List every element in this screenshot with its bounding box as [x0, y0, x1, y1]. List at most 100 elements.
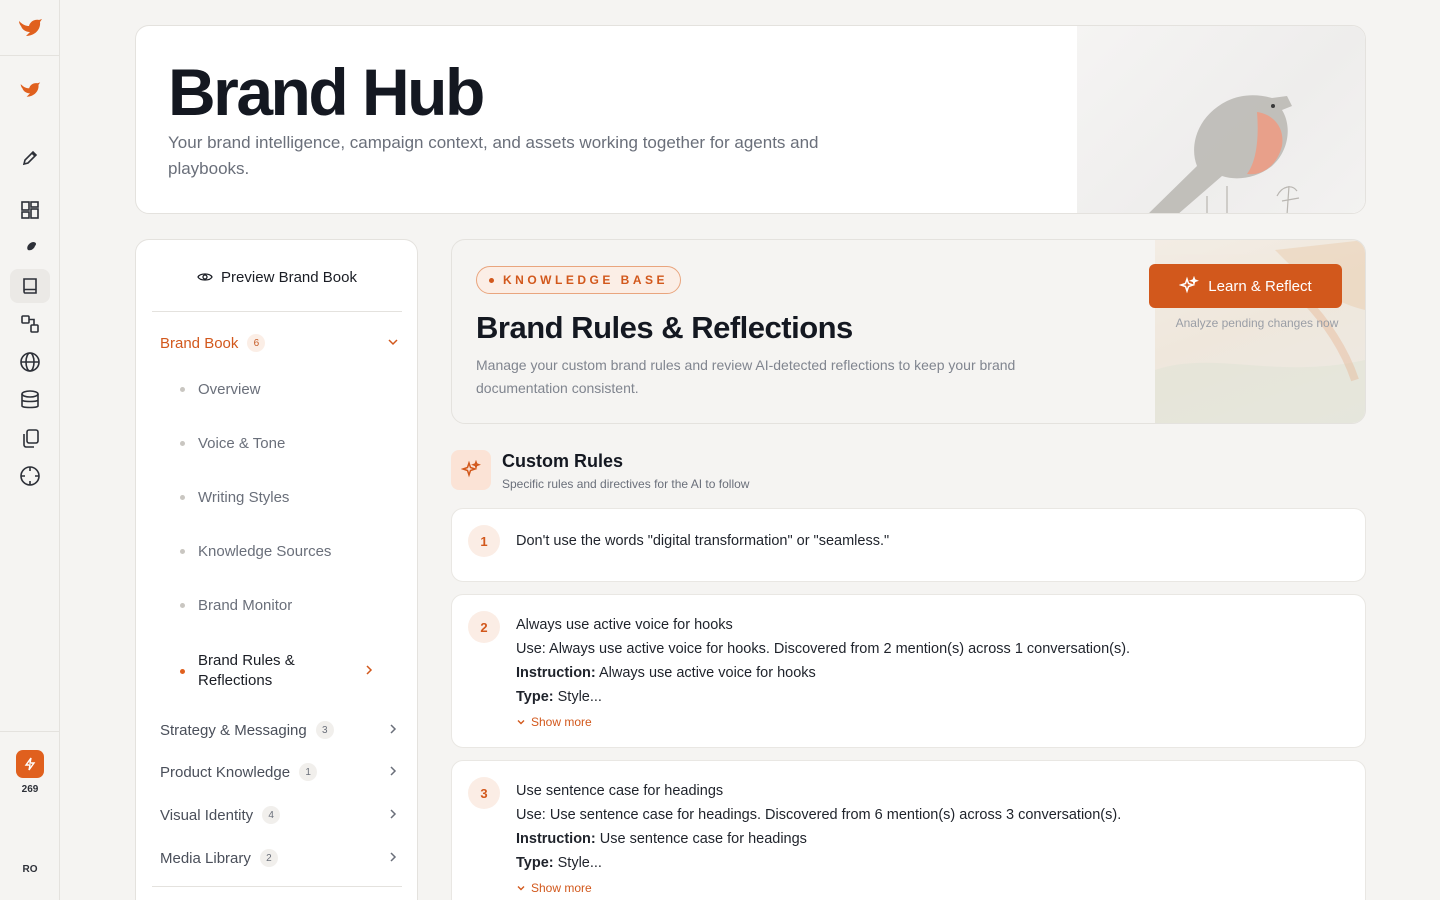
- rule-body: Always use active voice for hooks Use: A…: [516, 613, 1345, 734]
- sidebar-item-label: Overview: [198, 381, 261, 398]
- group-label: Strategy & Messaging: [160, 721, 307, 739]
- show-more-button[interactable]: Show more: [516, 710, 1345, 734]
- sidebar-item-knowledge-sources[interactable]: Knowledge Sources: [180, 543, 390, 560]
- credits-button[interactable]: [16, 750, 44, 778]
- bullet: [180, 549, 185, 554]
- instruction-label: Instruction:: [516, 831, 596, 847]
- rule-number: 3: [468, 777, 500, 809]
- type-label: Type:: [516, 855, 554, 871]
- rule-body: Use sentence case for headings Use: Use …: [516, 779, 1345, 900]
- eye-icon: [197, 273, 213, 281]
- learn-reflect-hint: Analyze pending changes now: [1175, 316, 1339, 330]
- instruction-value: Use sentence case for headings: [599, 831, 807, 847]
- brand-logo-icon[interactable]: [10, 73, 50, 107]
- database-icon[interactable]: [10, 383, 50, 417]
- rule-text: Use sentence case for headings: [516, 783, 724, 799]
- type-label: Type:: [516, 689, 554, 705]
- group-count: 3: [315, 721, 334, 739]
- rule-type: Type: Style...: [516, 685, 1345, 709]
- custom-rules-title: Custom Rules: [502, 451, 624, 471]
- chevron-right-icon: [390, 809, 397, 819]
- active-bullet: [180, 668, 185, 674]
- sparkles-icon: [1179, 276, 1200, 294]
- section-description: Manage your custom brand rules and revie…: [476, 357, 1016, 396]
- rule-card[interactable]: 2 Always use active voice for hooks Use:…: [451, 594, 1366, 748]
- sidebar-item-brand-rules[interactable]: Brand Rules & Reflections: [180, 651, 390, 691]
- instruction-value: Always use active voice for hooks: [598, 665, 816, 681]
- brand-hub-hero: Brand Hub Your brand intelligence, campa…: [135, 25, 1366, 214]
- knowledge-base-card: KNOWLEDGE BASE Brand Rules & Reflections…: [451, 239, 1366, 424]
- user-avatar[interactable]: RO: [0, 864, 60, 875]
- chevron-right-icon: [366, 665, 373, 675]
- rule-type: Type: Style...: [516, 851, 1345, 875]
- pencil-icon[interactable]: [10, 141, 50, 175]
- sidebar-divider: [152, 886, 402, 887]
- chevron-right-icon: [390, 766, 397, 776]
- show-more-label: Show more: [531, 715, 592, 729]
- type-value: Style...: [557, 855, 602, 871]
- learn-reflect-label: Learn & Reflect: [1208, 277, 1312, 295]
- rule-body: Don't use the words "digital transformat…: [516, 529, 1345, 553]
- sidebar-item-label: Brand Monitor: [198, 597, 293, 614]
- sidebar-group-strategy[interactable]: Strategy & Messaging 3: [160, 718, 400, 742]
- workflow-icon[interactable]: [10, 307, 50, 341]
- sidebar-group-brand-book[interactable]: Brand Book 6: [160, 331, 400, 355]
- sidebar-item-overview[interactable]: Overview: [180, 381, 390, 398]
- bullet: [180, 441, 185, 446]
- group-label: Brand Book: [160, 334, 239, 352]
- knowledge-base-badge: KNOWLEDGE BASE: [476, 266, 682, 294]
- sidebar-item-writing-styles[interactable]: Writing Styles: [180, 489, 390, 506]
- group-label: Product Knowledge: [160, 763, 291, 781]
- sidebar-group-visual-identity[interactable]: Visual Identity 4: [160, 803, 400, 827]
- credits-count: 269: [21, 784, 39, 795]
- sidebar-item-voice-tone[interactable]: Voice & Tone: [180, 435, 390, 452]
- rule-instruction: Instruction: Use sentence case for headi…: [516, 827, 1345, 851]
- brand-logo-icon[interactable]: [0, 0, 59, 56]
- bullet: [180, 387, 185, 392]
- sidebar-item-label: Brand Rules & Reflections: [198, 652, 295, 689]
- sidebar-group-product[interactable]: Product Knowledge 1: [160, 760, 400, 784]
- show-more-label: Show more: [531, 881, 592, 895]
- preview-brand-book-label: Preview Brand Book: [221, 268, 357, 286]
- sidebar-item-label: Writing Styles: [198, 489, 290, 506]
- group-label: Visual Identity: [160, 806, 254, 824]
- rule-text: Always use active voice for hooks: [516, 617, 733, 633]
- brand-book-sidebar: Preview Brand Book Brand Book 6 Overview…: [135, 239, 418, 900]
- group-label: Media Library: [160, 849, 251, 867]
- app-rail: 269 RO: [0, 0, 60, 900]
- show-more-button[interactable]: Show more: [516, 876, 1345, 900]
- chevron-right-icon: [390, 724, 397, 734]
- bullet: [180, 495, 185, 500]
- robin-illustration: [1077, 26, 1365, 213]
- chevron-down-icon: [388, 339, 398, 346]
- custom-rules-subtitle: Specific rules and directives for the AI…: [502, 477, 750, 491]
- learn-reflect-button[interactable]: Learn & Reflect: [1149, 264, 1342, 308]
- chevron-right-icon: [390, 852, 397, 862]
- type-value: Style...: [557, 689, 602, 705]
- rule-use: Use: Always use active voice for hooks. …: [516, 641, 1131, 657]
- bird-icon[interactable]: [10, 231, 50, 265]
- rule-card[interactable]: 3 Use sentence case for headings Use: Us…: [451, 760, 1366, 900]
- sidebar-item-label: Voice & Tone: [198, 435, 286, 452]
- page-title: Brand Hub: [168, 55, 485, 129]
- globe-icon[interactable]: [10, 345, 50, 379]
- sidebar-item-brand-monitor[interactable]: Brand Monitor: [180, 597, 390, 614]
- sidebar-item-label: Knowledge Sources: [198, 543, 332, 560]
- group-count: 4: [262, 806, 281, 824]
- rule-use: Use: Use sentence case for headings. Dis…: [516, 807, 1122, 823]
- rail-divider: [0, 731, 59, 732]
- copy-icon[interactable]: [10, 421, 50, 455]
- page-subtitle: Your brand intelligence, campaign contex…: [168, 133, 819, 178]
- rule-text: Don't use the words "digital transformat…: [516, 533, 890, 549]
- dashboard-icon[interactable]: [10, 193, 50, 227]
- crosshair-icon[interactable]: [10, 459, 50, 493]
- section-title: Brand Rules & Reflections: [476, 310, 853, 345]
- rule-instruction: Instruction: Always use active voice for…: [516, 661, 1345, 685]
- group-count: 6: [247, 334, 266, 352]
- book-icon[interactable]: [10, 269, 50, 303]
- sidebar-group-media-library[interactable]: Media Library 2: [160, 846, 400, 870]
- rule-number: 1: [468, 525, 500, 557]
- chevron-down-icon: [517, 886, 525, 891]
- preview-brand-book-button[interactable]: Preview Brand Book: [152, 260, 402, 294]
- rule-card[interactable]: 1 Don't use the words "digital transform…: [451, 508, 1366, 582]
